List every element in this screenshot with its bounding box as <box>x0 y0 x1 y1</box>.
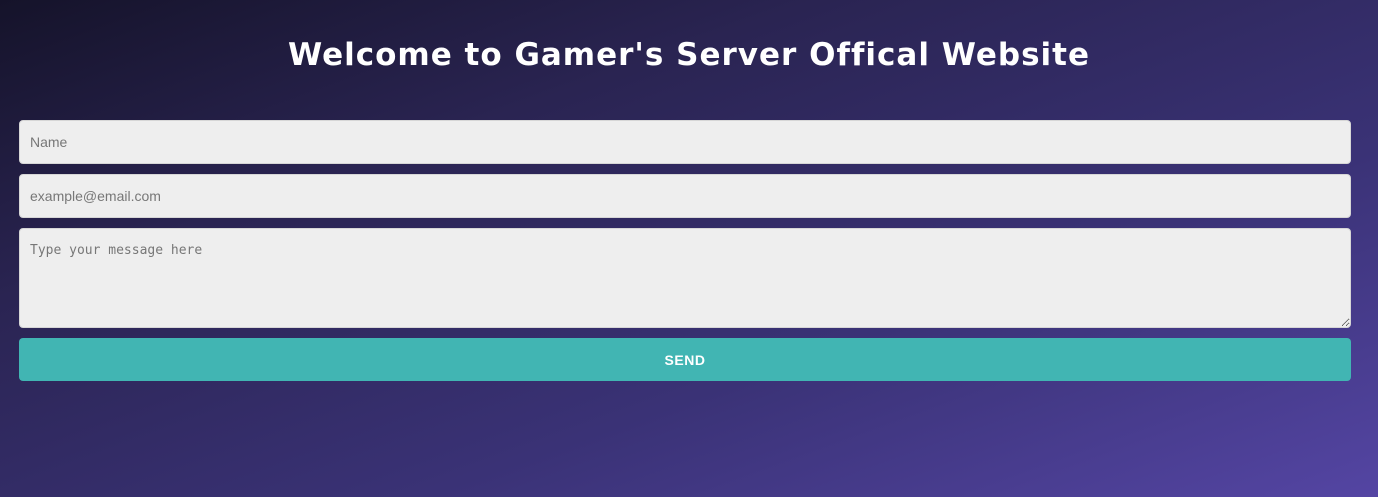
send-button[interactable]: SEND <box>19 338 1351 381</box>
contact-form: SEND <box>19 120 1351 381</box>
message-textarea[interactable] <box>19 228 1351 328</box>
name-input[interactable] <box>19 120 1351 164</box>
page-title: Welcome to Gamer's Server Offical Websit… <box>288 37 1090 73</box>
email-input[interactable] <box>19 174 1351 218</box>
